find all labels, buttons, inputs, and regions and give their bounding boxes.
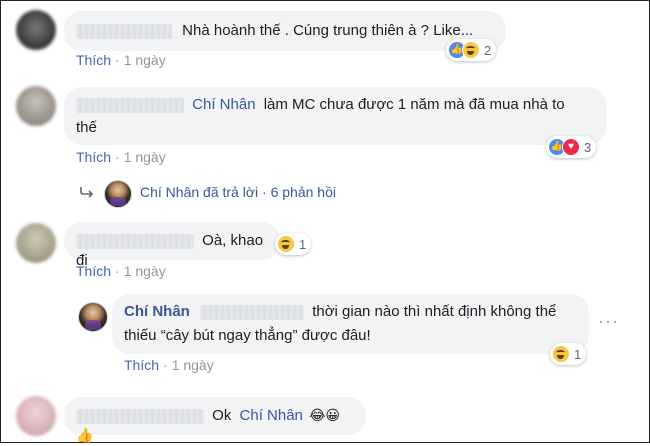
like-link[interactable]: Thích bbox=[124, 357, 159, 373]
comment-text-line2: thế bbox=[76, 119, 97, 136]
reaction-summary[interactable]: 1 bbox=[275, 233, 312, 255]
redacted-name bbox=[200, 304, 305, 320]
reply-arrow-icon bbox=[80, 187, 94, 198]
comment-text-line1: làm MC chưa được 1 năm mà đã mua nhà to bbox=[263, 96, 565, 113]
comment-bubble: Chí Nhân làm MC chưa được 1 năm mà đã mu… bbox=[64, 87, 606, 145]
comment-bubble: Ok Chí Nhân 😂😀👍 bbox=[64, 397, 366, 444]
mention-link[interactable]: Chí Nhân bbox=[240, 407, 303, 424]
timestamp[interactable]: 1 ngày bbox=[124, 263, 166, 279]
comment-text: Ok bbox=[212, 407, 232, 424]
reply-text-line2: thiếu “cây bút ngay thẳng” được đâu! bbox=[124, 327, 371, 344]
commenter-avatar[interactable] bbox=[16, 10, 56, 50]
like-link[interactable]: Thích bbox=[76, 263, 111, 279]
reaction-count: 2 bbox=[484, 42, 492, 58]
reaction-count: 1 bbox=[299, 236, 307, 252]
comment-bubble: Nhà hoành thế . Cúng trung thiên à ? Lik… bbox=[64, 11, 506, 51]
reaction-count: 1 bbox=[574, 346, 582, 362]
like-link[interactable]: Thích bbox=[76, 149, 111, 165]
reply-actions: Thích · 1 ngày bbox=[124, 357, 214, 373]
more-options-icon[interactable]: ··· bbox=[598, 311, 619, 332]
reply-text-line1: thời gian nào thì nhất định không thể bbox=[312, 303, 557, 320]
commenter-avatar[interactable] bbox=[16, 86, 56, 126]
comment-actions: Thích · 1 ngày bbox=[76, 263, 166, 279]
comment-bubble: Oà, khao đi bbox=[64, 222, 280, 269]
timestamp[interactable]: 1 ngày bbox=[172, 357, 214, 373]
view-replies-link[interactable]: Chí Nhân đã trả lời · 6 phản hồi bbox=[140, 184, 336, 200]
redacted-name bbox=[76, 97, 184, 113]
timestamp[interactable]: 1 ngày bbox=[124, 149, 166, 165]
haha-reaction-icon bbox=[277, 235, 295, 253]
redacted-name bbox=[76, 23, 172, 39]
comment-text: Nhà hoành thế . Cúng trung thiên à ? Lik… bbox=[182, 22, 474, 39]
reaction-count: 3 bbox=[584, 139, 592, 155]
reaction-summary[interactable]: 👍 2 bbox=[446, 39, 497, 61]
comment-actions: Thích · 1 ngày bbox=[76, 52, 166, 68]
timestamp[interactable]: 1 ngày bbox=[124, 52, 166, 68]
reaction-summary[interactable]: 1 bbox=[550, 343, 587, 365]
reply-bubble: Chí Nhân thời gian nào thì nhất định khô… bbox=[112, 294, 589, 354]
reply-author-avatar[interactable] bbox=[104, 180, 132, 208]
haha-reaction-icon bbox=[552, 345, 570, 363]
reaction-summary[interactable]: 👍 ♥ 3 bbox=[546, 136, 597, 158]
like-link[interactable]: Thích bbox=[76, 52, 111, 68]
comment-actions: Thích · 1 ngày bbox=[76, 149, 166, 165]
commenter-avatar[interactable] bbox=[16, 223, 56, 263]
mention-link[interactable]: Chí Nhân bbox=[192, 96, 255, 113]
redacted-name bbox=[76, 408, 204, 424]
redacted-name bbox=[76, 233, 194, 249]
reply-author-name[interactable]: Chí Nhân bbox=[124, 303, 190, 320]
commenter-avatar[interactable] bbox=[16, 396, 56, 436]
reply-author-avatar[interactable] bbox=[78, 302, 108, 332]
haha-reaction-icon bbox=[462, 41, 480, 59]
love-reaction-icon: ♥ bbox=[562, 138, 580, 156]
